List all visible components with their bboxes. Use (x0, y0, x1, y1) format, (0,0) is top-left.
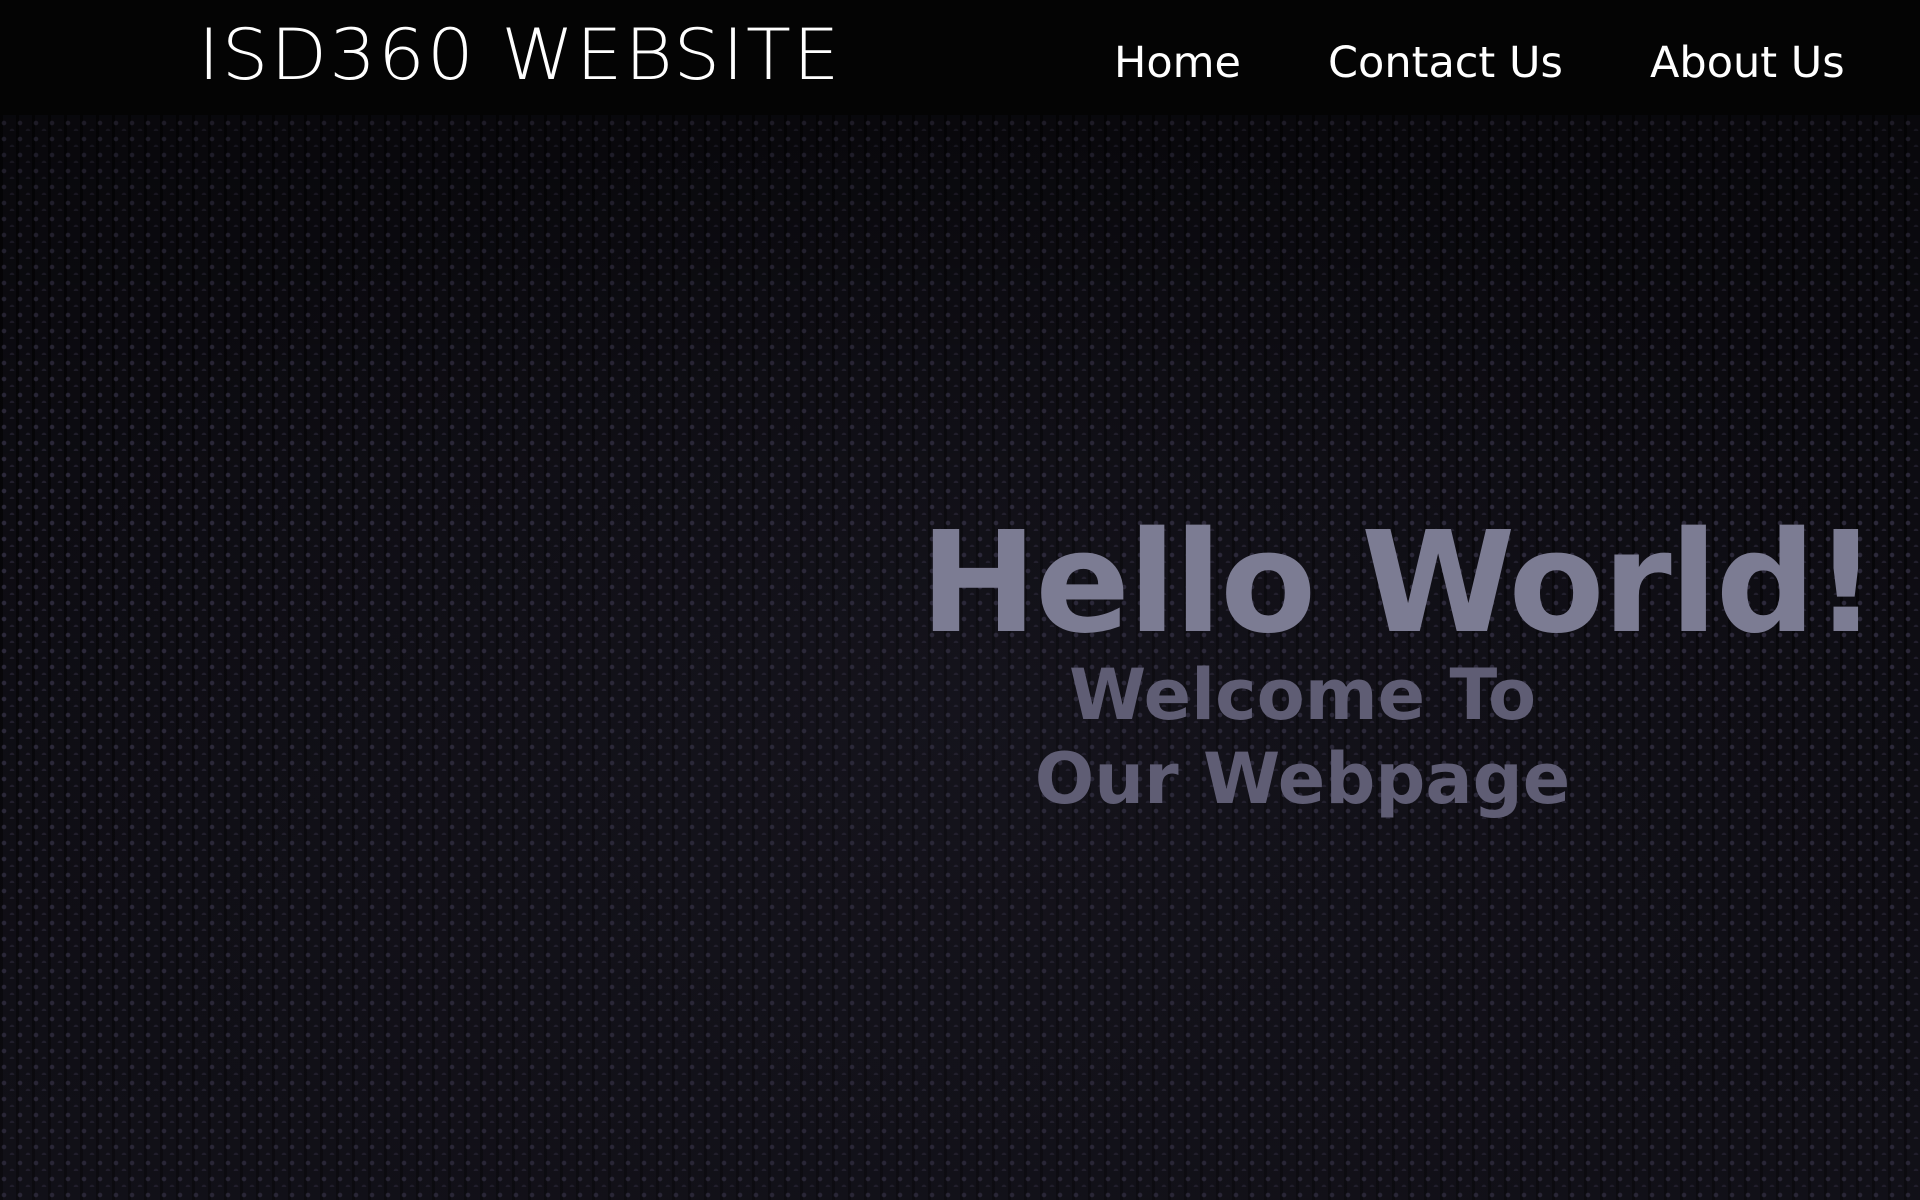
page: ISD360 WEBSITE Home Contact Us About Us … (0, 0, 1920, 1200)
hero-section: Hello World! Welcome To Our Webpage (0, 115, 1920, 1200)
nav-link-contact-us[interactable]: Contact Us (1328, 28, 1563, 98)
nav-link-home[interactable]: Home (1114, 28, 1241, 98)
main-nav: Home Contact Us About Us (0, 28, 1920, 98)
hero-subtitle: Welcome To Our Webpage (1034, 654, 1571, 821)
hero-title: Hello World! (920, 501, 1878, 665)
navbar: ISD360 WEBSITE Home Contact Us About Us (0, 0, 1920, 115)
nav-link-about-us[interactable]: About Us (1650, 28, 1845, 98)
